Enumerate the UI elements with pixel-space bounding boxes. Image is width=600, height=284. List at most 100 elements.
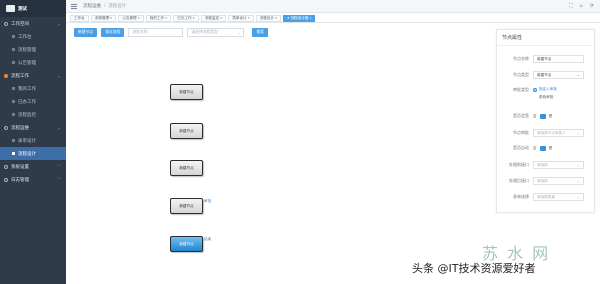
breadcrumb-item[interactable]: 流程运维 bbox=[83, 3, 101, 9]
next-api-select[interactable]: 请选择 ⌄ bbox=[533, 177, 584, 185]
logo-bar: 测试 bbox=[0, 0, 66, 17]
tab-my-work[interactable]: 我的工作 × bbox=[145, 14, 172, 22]
flow-manage-icon bbox=[12, 48, 15, 51]
add-node-button[interactable]: 新建节点 bbox=[74, 28, 98, 37]
fullscreen-icon[interactable]: ⛶ bbox=[569, 3, 573, 9]
flow-node-selected[interactable]: 新建节点 bbox=[170, 236, 203, 252]
search-button[interactable]: 搜索 bbox=[252, 28, 268, 37]
sidebar-item-form-design[interactable]: 表单设计 bbox=[0, 134, 66, 147]
sidebar-item-done-work[interactable]: 已办工作 bbox=[0, 95, 66, 108]
node-name-row: 节点名称 新建节点 bbox=[497, 55, 596, 63]
chevron-down-icon: ⌄ bbox=[576, 179, 580, 183]
tab-label: 已办工作 bbox=[177, 15, 192, 20]
flow-node[interactable]: 新建节点 bbox=[170, 198, 203, 214]
sidebar-nav: 工作空间 ︿ 工作台 流程管理 公告管理 流程工作 ︿ 我的工作 已办工作 流程… bbox=[0, 17, 66, 186]
node-type-row: 节点类型 新建节点 ⌄ bbox=[497, 71, 596, 79]
tab-form-design[interactable]: 表单设计 × bbox=[228, 14, 254, 22]
tab-notice[interactable]: 公告管理 × bbox=[118, 14, 144, 22]
close-icon[interactable]: × bbox=[138, 16, 140, 20]
sidebar-group-logs[interactable]: 日志管理 ﹀ bbox=[0, 173, 66, 186]
next-api-label: 处理后接口 bbox=[509, 178, 529, 183]
settings-icon bbox=[4, 164, 8, 169]
countersign-toggle[interactable]: 否 是 bbox=[533, 113, 552, 119]
flow-node[interactable]: 新建节点 bbox=[170, 160, 203, 176]
approve-type-radios: 指定人审批 角色审批 bbox=[533, 87, 557, 100]
sidebar-item-monitor[interactable]: 流程监控 bbox=[0, 108, 66, 121]
chevron-down-icon: ⌄ bbox=[237, 31, 241, 35]
node-name-label: 节点名称 bbox=[513, 56, 529, 61]
flow-name-input[interactable]: 流程名称 bbox=[128, 28, 184, 37]
flow-node[interactable]: 新建节点 bbox=[170, 123, 203, 139]
node-tag: 审批 bbox=[204, 199, 212, 203]
sidebar-item-label: 公告管理 bbox=[18, 59, 36, 65]
sidebar-group-workflow[interactable]: 流程工作 ︿ bbox=[0, 69, 66, 82]
close-icon[interactable]: × bbox=[165, 16, 167, 20]
node-name-input[interactable]: 新建节点 bbox=[533, 55, 584, 63]
countersign-row: 是否会签 否 是 bbox=[497, 113, 596, 119]
sidebar-item-flow-design[interactable]: 流程设计 bbox=[0, 147, 66, 160]
node-label: 新建节点 bbox=[179, 165, 194, 170]
close-icon[interactable]: × bbox=[193, 16, 195, 20]
refresh-icon[interactable]: ⟳ bbox=[590, 3, 594, 9]
save-flow-button[interactable]: 保存流程 bbox=[101, 28, 125, 37]
next-api-placeholder: 请选择 bbox=[537, 178, 548, 183]
sidebar-item-my-work[interactable]: 我的工作 bbox=[0, 82, 66, 95]
toggle-icon bbox=[539, 113, 546, 119]
toggle-off-label: 否 bbox=[533, 113, 537, 118]
sidebar-group-workspace[interactable]: 工作空间 ︿ bbox=[0, 17, 66, 30]
sidebar-item-flow-manage[interactable]: 流程管理 bbox=[0, 43, 66, 56]
approve-type-label: 审批类型 bbox=[513, 87, 529, 92]
autoflow-toggle[interactable]: 否 是 bbox=[533, 145, 553, 151]
close-icon[interactable]: × bbox=[248, 16, 250, 20]
tab-done-work[interactable]: 已办工作 × bbox=[173, 14, 199, 22]
sidebar-group-ops[interactable]: 流程运维 ︿ bbox=[0, 121, 66, 134]
toggle-on-label: 是 bbox=[548, 145, 553, 150]
notice-icon bbox=[12, 61, 15, 64]
chevron-down-icon: ⌄ bbox=[576, 163, 580, 167]
form-design-icon bbox=[12, 139, 15, 142]
radio-label: 角色审批 bbox=[539, 95, 554, 99]
tab-monitor[interactable]: 流程监控 × bbox=[200, 14, 227, 22]
form-row: 表单选择 请选择表单 ⌄ bbox=[497, 193, 596, 201]
tab-flow-designer[interactable]: ● 流程设计器 × bbox=[283, 14, 316, 22]
flow-node[interactable]: 新建节点 bbox=[170, 84, 203, 100]
sidebar-group-label: 日志管理 bbox=[11, 176, 29, 182]
radio-checked-icon bbox=[533, 87, 537, 92]
close-icon[interactable]: × bbox=[275, 16, 277, 20]
flow-canvas[interactable]: 新建节点 新建节点 新建节点 新建节点 审批 新建节点 结束 bbox=[68, 40, 492, 284]
node-type-value: 新建节点 bbox=[537, 72, 552, 77]
tab-dashboard[interactable]: 工作台 bbox=[70, 14, 89, 22]
tab-flow-design[interactable]: 流程设计 × bbox=[255, 14, 282, 22]
chevron-up-icon: ︿ bbox=[57, 124, 61, 130]
node-label: 新建节点 bbox=[179, 203, 194, 208]
form-select[interactable]: 请选择表单 ⌄ bbox=[533, 193, 584, 201]
sidebar-group-label: 工作空间 bbox=[11, 20, 29, 26]
node-label: 新建节点 bbox=[179, 241, 194, 246]
menu-toggle-icon[interactable] bbox=[71, 3, 77, 9]
sidebar-item-dashboard[interactable]: 工作台 bbox=[0, 30, 66, 43]
chevron-down-icon: ⌄ bbox=[576, 131, 580, 135]
close-icon[interactable]: × bbox=[309, 16, 311, 20]
handler-select[interactable]: 请选择节点审批人 ⌄ bbox=[533, 129, 584, 137]
sidebar-item-label: 工作台 bbox=[18, 33, 32, 39]
designer-toolbar: 新建节点 保存流程 流程名称 请选择流程类型 ⌄ 搜索 bbox=[74, 28, 268, 37]
monitor-icon bbox=[12, 113, 15, 116]
node-type-select[interactable]: 新建节点 ⌄ bbox=[533, 71, 584, 79]
sidebar-group-settings[interactable]: 系统设置 ﹀ bbox=[0, 160, 66, 173]
form-label: 表单选择 bbox=[513, 194, 529, 199]
autoflow-label: 是否自动 bbox=[513, 145, 529, 150]
user-icon[interactable]: ☺ bbox=[579, 3, 584, 9]
flow-type-select[interactable]: 请选择流程类型 ⌄ bbox=[187, 28, 245, 37]
handler-label: 节点审批 bbox=[513, 130, 529, 135]
sidebar-item-notice[interactable]: 公告管理 bbox=[0, 56, 66, 69]
logo-text: 测试 bbox=[18, 5, 27, 11]
close-icon[interactable]: × bbox=[110, 16, 112, 20]
approve-radio-role[interactable]: 角色审批 bbox=[533, 95, 557, 100]
my-work-icon bbox=[12, 87, 15, 90]
chevron-down-icon: ⌄ bbox=[576, 73, 580, 77]
prev-api-select[interactable]: 请选择 ⌄ bbox=[533, 161, 584, 169]
approve-radio-assignee[interactable]: 指定人审批 bbox=[533, 87, 557, 92]
tab-label: 流程管理 bbox=[94, 15, 110, 20]
close-icon[interactable]: × bbox=[220, 16, 222, 20]
tab-flow-manage[interactable]: 流程管理 × bbox=[90, 14, 117, 22]
